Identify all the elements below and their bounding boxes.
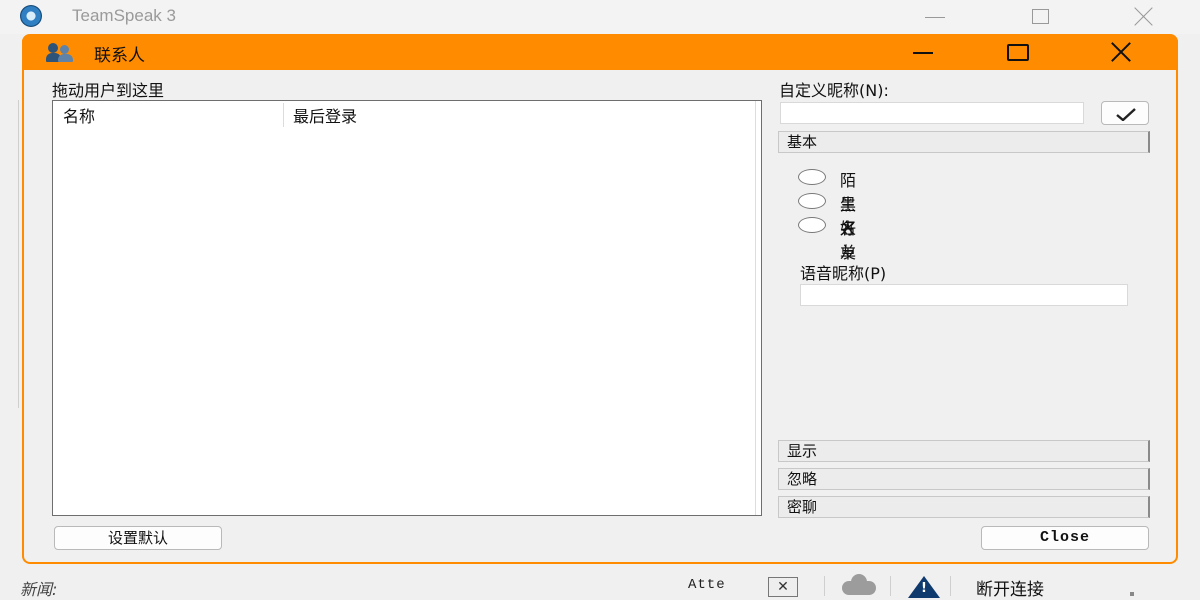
attention-label: Atte: [688, 577, 726, 593]
warning-icon[interactable]: [908, 576, 940, 598]
status-separator: [890, 576, 891, 596]
status-separator: [824, 576, 825, 596]
status-separator: [950, 576, 951, 596]
radio-button-icon[interactable]: [798, 217, 826, 233]
checkmark-icon: [1116, 108, 1136, 121]
main-maximize-button[interactable]: [1016, 0, 1066, 34]
resize-grip-icon[interactable]: [1130, 592, 1134, 596]
set-default-button[interactable]: 设置默认: [54, 526, 222, 550]
contacts-users-icon: [46, 43, 78, 63]
dialog-minimize-button[interactable]: [900, 34, 946, 70]
disconnect-status[interactable]: 断开连接: [976, 575, 1044, 600]
list-scrollbar[interactable]: [755, 101, 761, 515]
drag-users-hint: 拖动用户到这里: [52, 81, 165, 100]
voice-nickname-input[interactable]: [800, 284, 1128, 306]
teamspeak-logo-icon: [20, 5, 42, 27]
main-close-button[interactable]: [1118, 0, 1168, 34]
contacts-dialog-title: 联系人: [94, 46, 145, 66]
contacts-list-header: 名称 最后登录: [53, 101, 761, 129]
section-basic[interactable]: 基本: [778, 131, 1150, 153]
close-x-icon[interactable]: ✕: [768, 577, 798, 597]
column-divider[interactable]: [283, 103, 284, 127]
radio-label: 好友: [840, 219, 857, 262]
dialog-close-button[interactable]: [1098, 34, 1144, 70]
contacts-dialog-titlebar: 联系人: [22, 34, 1178, 70]
dialog-maximize-button[interactable]: [994, 34, 1040, 70]
radio-button-icon[interactable]: [798, 193, 826, 209]
main-window-title: TeamSpeak 3: [72, 6, 176, 25]
voice-nickname-label: 语音昵称(P): [800, 264, 887, 283]
column-header-name[interactable]: 名称: [63, 103, 95, 127]
close-button[interactable]: Close: [981, 526, 1149, 550]
news-label: 新闻:: [20, 580, 58, 599]
cloud-icon[interactable]: [842, 574, 876, 595]
main-minimize-button[interactable]: [910, 0, 960, 34]
section-whisper[interactable]: 密聊: [778, 496, 1150, 518]
radio-button-icon[interactable]: [798, 169, 826, 185]
custom-nickname-label: 自定义昵称(N):: [779, 81, 889, 100]
custom-nickname-input[interactable]: [780, 102, 1084, 124]
contacts-dialog: 联系人 拖动用户到这里 名称 最后登录 设置默认 自定义昵称(N): 基本 陌生…: [22, 34, 1178, 564]
section-display[interactable]: 显示: [778, 440, 1150, 462]
apply-nickname-button[interactable]: [1101, 101, 1149, 125]
main-window-titlebar: TeamSpeak 3: [0, 0, 1200, 34]
section-ignore[interactable]: 忽略: [778, 468, 1150, 490]
main-statusbar: 新闻: Atte ✕ 断开连接: [0, 572, 1200, 600]
column-header-last-login[interactable]: 最后登录: [293, 103, 357, 127]
contacts-list[interactable]: 名称 最后登录: [52, 100, 762, 516]
